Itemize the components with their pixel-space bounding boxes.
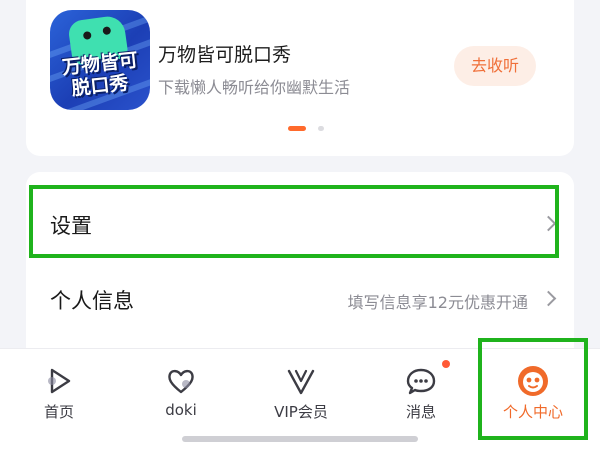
tab-profile[interactable]: 个人中心 [478,349,588,449]
tab-vip[interactable]: VIP会员 [246,349,356,449]
tab-doki-label: doki [165,401,197,419]
personal-info-label: 个人信息 [50,289,134,313]
chevron-right-icon [540,215,557,232]
personal-info-hint: 填写信息享12元优惠开通 [347,293,528,312]
settings-label: 设置 [50,214,92,238]
chat-bubble-icon [406,368,436,395]
vip-v-icon [287,369,315,395]
mascot-face-icon [518,366,548,396]
personal-info-row[interactable]: 个人信息 填写信息享12元优惠开通 [26,269,574,331]
app-promo-icon[interactable]: 万物皆可 脱口秀 [50,10,150,110]
tab-messages[interactable]: 消息 [366,349,476,449]
promo-card[interactable]: 万物皆可 脱口秀 万物皆可脱口秀 下载懒人畅听给你幽默生活 去收听 [26,0,574,156]
message-badge-dot [442,360,450,368]
settings-row[interactable]: 设置 [26,194,574,256]
tab-doki[interactable]: doki [126,349,236,449]
heart-icon [168,369,194,394]
tab-messages-label: 消息 [405,403,436,421]
tab-home-label: 首页 [43,403,74,421]
play-icon [48,368,71,394]
promo-title: 万物皆可脱口秀 [158,44,292,66]
settings-list-card: 设置 个人信息 填写信息享12元优惠开通 [26,172,574,372]
chevron-right-icon [540,290,557,307]
listen-button[interactable]: 去收听 [454,46,536,86]
carousel-dot [318,126,324,131]
tab-home[interactable]: 首页 [4,349,114,449]
tab-vip-label: VIP会员 [274,403,328,421]
home-indicator [182,436,418,442]
carousel-dot-active [288,126,306,131]
bottom-tab-bar: 首页 doki VIP会员 消息 个人中心 [0,348,600,450]
promo-subtitle: 下载懒人畅听给你幽默生活 [158,78,351,97]
tab-profile-label: 个人中心 [502,403,563,421]
